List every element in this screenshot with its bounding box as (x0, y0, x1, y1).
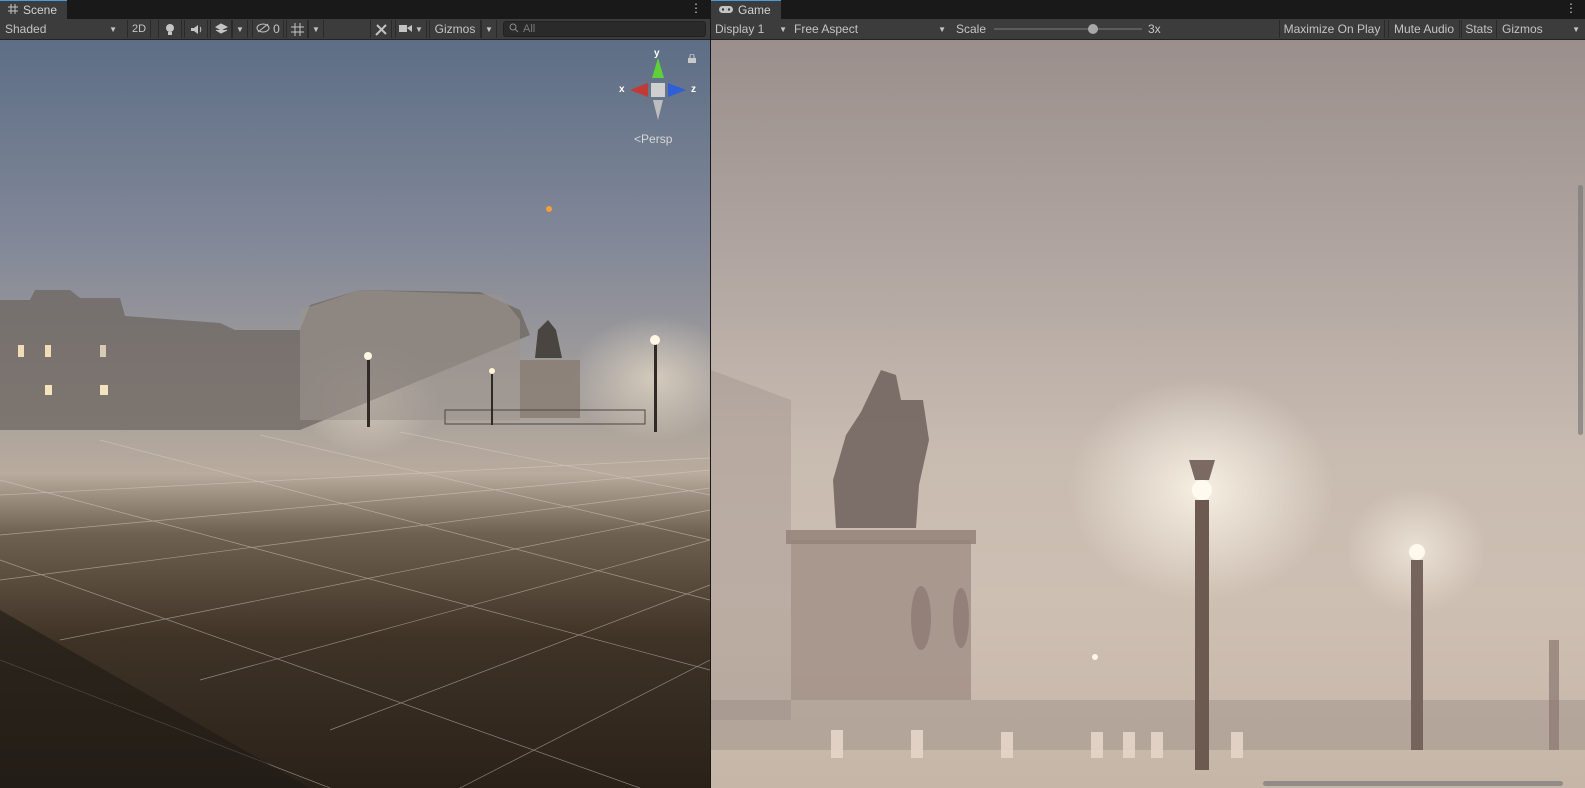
scale-slider-thumb[interactable] (1088, 24, 1099, 34)
visibility-toggle[interactable]: 0 (252, 20, 284, 38)
scale-label: Scale (956, 22, 987, 36)
hidden-count: 0 (273, 22, 280, 36)
kebab-menu-icon[interactable]: ⋮ (690, 1, 702, 15)
chevron-down-icon: ▼ (938, 24, 946, 34)
game-tab-label: Game (738, 3, 771, 17)
chevron-down-icon: ▼ (312, 24, 320, 34)
aspect-dropdown[interactable]: Free Aspect ▼ (794, 19, 946, 39)
effects-dropdown[interactable]: ▼ (232, 20, 248, 38)
speaker-icon[interactable] (184, 20, 208, 38)
search-icon (509, 23, 519, 36)
search-placeholder: All (523, 23, 536, 35)
scene-viewport[interactable]: y x z <Persp (0, 40, 710, 788)
chevron-down-icon: ▼ (1572, 24, 1580, 34)
gizmos-button[interactable]: Gizmos (429, 20, 481, 38)
projection-toggle[interactable]: <Persp (634, 132, 672, 146)
game-render (711, 370, 1585, 770)
game-tab[interactable]: Game (711, 0, 781, 19)
game-panel: Game ⋮ Display 1 ▼ Free Aspect ▼ Scale 3… (711, 0, 1585, 788)
gizmo-axis-x[interactable]: x (619, 84, 625, 95)
display-value: Display 1 (715, 22, 765, 36)
scene-tab[interactable]: Scene (0, 0, 68, 19)
shading-mode-dropdown[interactable]: Shaded ▼ (5, 19, 117, 39)
scene-tab-label: Scene (23, 3, 58, 17)
shading-mode-value: Shaded (5, 22, 47, 36)
effects-icon[interactable] (210, 20, 232, 38)
chevron-down-icon: ▼ (779, 24, 787, 34)
chevron-down-icon: ▼ (236, 24, 244, 34)
mute-audio-button[interactable]: Mute Audio (1388, 20, 1460, 38)
scene-panel: Scene ⋮ Shaded ▼ 2D ▼ 0 ▼ ▼ Gizmos ▼ All… (0, 0, 710, 788)
grid-icon (8, 3, 18, 17)
scene-render (0, 206, 710, 788)
stats-button[interactable]: Stats (1461, 20, 1497, 38)
scene-tabbar: Scene ⋮ (0, 0, 710, 19)
orientation-gizmo[interactable] (618, 50, 698, 130)
camera-dropdown[interactable]: ▼ (395, 20, 427, 38)
gizmo-axis-y[interactable]: y (654, 48, 660, 59)
lock-icon[interactable] (688, 52, 696, 66)
search-input[interactable]: All (503, 21, 706, 37)
maximize-on-play-button[interactable]: Maximize On Play (1279, 20, 1385, 38)
scale-slider-track[interactable] (994, 24, 1142, 34)
camera-icon (399, 22, 413, 36)
game-gizmos-label: Gizmos (1502, 22, 1543, 36)
gizmo-axis-z[interactable]: z (691, 84, 696, 95)
aspect-value: Free Aspect (794, 22, 859, 36)
game-gizmos-dropdown[interactable]: Gizmos ▼ (1502, 19, 1580, 39)
grid-dropdown[interactable]: ▼ (308, 20, 324, 38)
game-toolbar: Display 1 ▼ Free Aspect ▼ Scale 3x Maxim… (711, 19, 1585, 40)
horizontal-scrollbar[interactable] (1263, 781, 1563, 786)
vertical-scrollbar[interactable] (1578, 185, 1583, 435)
game-viewport[interactable] (711, 40, 1585, 788)
projection-label: Persp (641, 132, 673, 146)
chevron-down-icon: ▼ (109, 24, 117, 34)
gizmos-dropdown[interactable]: ▼ (481, 20, 497, 38)
mode-2d-button[interactable]: 2D (127, 20, 151, 38)
display-dropdown[interactable]: Display 1 ▼ (715, 19, 787, 39)
scale-value: 3x (1148, 22, 1161, 36)
persp-icon: < (634, 132, 642, 146)
chevron-down-icon: ▼ (485, 24, 493, 34)
kebab-menu-icon[interactable]: ⋮ (1565, 1, 1577, 15)
scene-toolbar: Shaded ▼ 2D ▼ 0 ▼ ▼ Gizmos ▼ All (0, 19, 710, 40)
visibility-icon (256, 22, 270, 36)
chevron-down-icon: ▼ (415, 24, 423, 34)
grid-snap-icon[interactable] (286, 20, 308, 38)
tools-icon[interactable] (370, 20, 392, 38)
gamepad-icon (719, 3, 733, 17)
lightbulb-icon[interactable] (158, 20, 182, 38)
game-tabbar: Game ⋮ (711, 0, 1585, 19)
